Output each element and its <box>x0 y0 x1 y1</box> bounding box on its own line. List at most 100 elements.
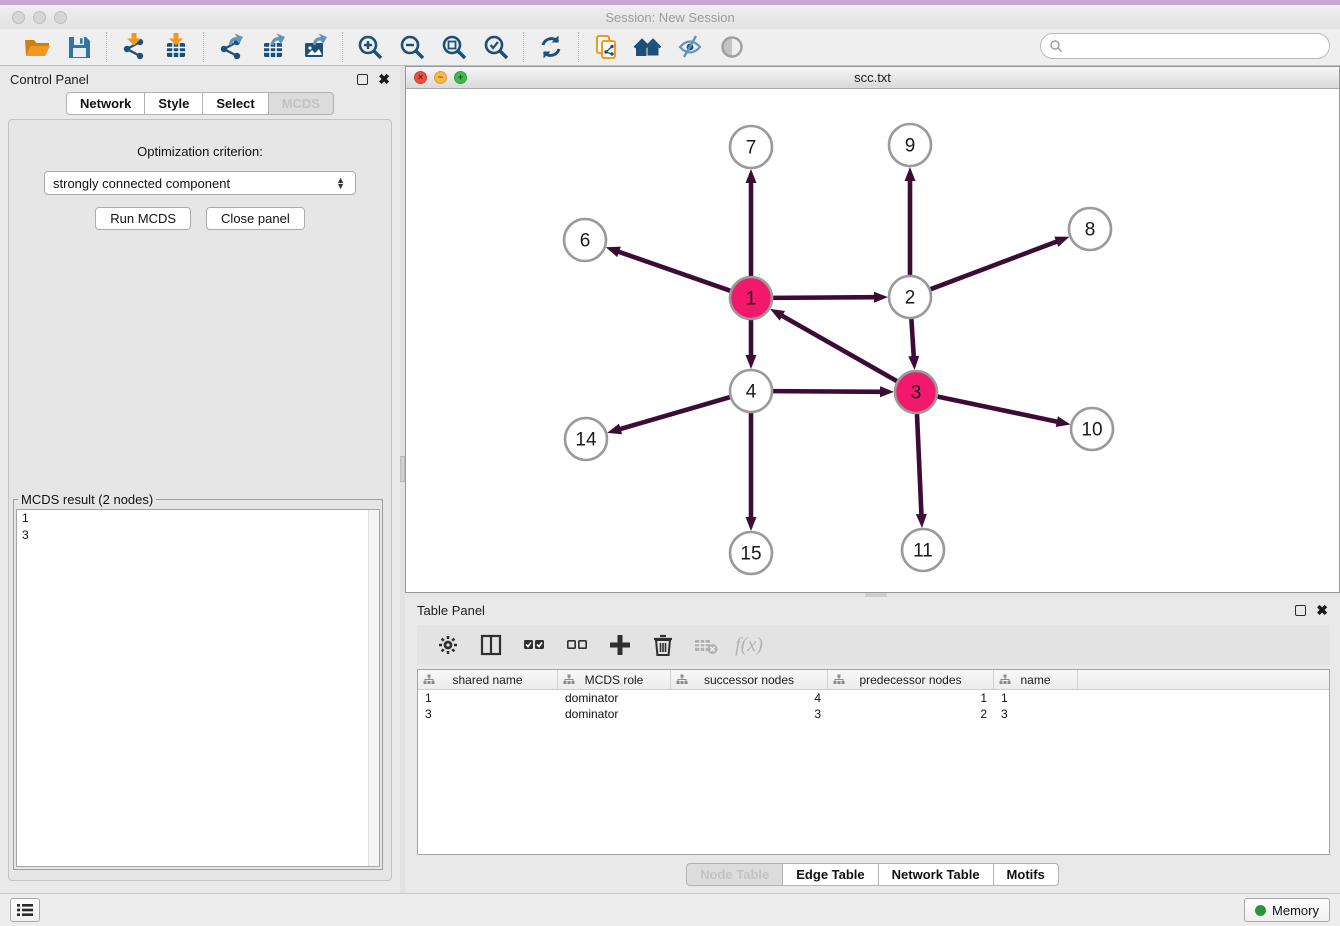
export-image-button[interactable] <box>299 32 331 62</box>
delete-row-button[interactable] <box>648 630 678 660</box>
zoom-fit-button[interactable] <box>438 32 470 62</box>
memory-status-icon <box>1255 905 1266 916</box>
tab-select[interactable]: Select <box>202 92 268 115</box>
run-mcds-button[interactable]: Run MCDS <box>95 207 191 230</box>
table-header-row: shared name MCDS role successor nodes prede… <box>418 670 1329 690</box>
edge-4-3[interactable] <box>772 391 883 392</box>
tab-node-table[interactable]: Node Table <box>686 863 783 886</box>
zoom-selected-button[interactable] <box>480 32 512 62</box>
result-scrollbar[interactable] <box>368 510 379 866</box>
table-row[interactable]: 1dominator411 <box>418 690 1329 706</box>
split-columns-button[interactable] <box>476 630 506 660</box>
first-neighbors-button[interactable] <box>632 32 664 62</box>
edge-2-8[interactable] <box>930 241 1059 290</box>
export-table-button[interactable] <box>257 32 289 62</box>
select-all-icon <box>520 631 548 659</box>
task-history-button[interactable] <box>10 898 40 922</box>
column-label: MCDS role <box>585 673 644 687</box>
column-header-shared-name[interactable]: shared name <box>418 670 558 689</box>
table-cell[interactable]: 4 <box>671 690 828 706</box>
criterion-select[interactable]: strongly connected component ▲▼ <box>44 171 356 195</box>
arrowhead-2-9 <box>905 167 916 181</box>
zoom-out-button[interactable] <box>396 32 428 62</box>
birds-eye-view-button[interactable] <box>716 32 748 62</box>
zoom-in-icon <box>356 33 384 61</box>
zoom-out-icon <box>398 33 426 61</box>
zoom-in-button[interactable] <box>354 32 386 62</box>
edge-3-11[interactable] <box>917 413 922 517</box>
table-cell[interactable]: 1 <box>418 690 558 706</box>
import-table-button[interactable] <box>160 32 192 62</box>
node-label-15: 15 <box>740 544 761 565</box>
close-panel-button[interactable]: Close panel <box>206 207 305 230</box>
network-minimize-button[interactable]: − <box>434 71 447 84</box>
settings-icon <box>434 631 462 659</box>
table-row[interactable]: 3dominator323 <box>418 706 1329 722</box>
node-label-7: 7 <box>746 138 757 159</box>
tab-mcds[interactable]: MCDS <box>268 92 334 115</box>
memory-button[interactable]: Memory <box>1244 898 1330 922</box>
table-tabs: Node TableEdge TableNetwork TableMotifs <box>405 863 1340 886</box>
edge-3-10[interactable] <box>937 396 1060 422</box>
mcds-result-area[interactable]: 13 <box>16 509 380 867</box>
tab-style[interactable]: Style <box>144 92 203 115</box>
column-header-predecessor-nodes[interactable]: predecessor nodes <box>828 670 994 689</box>
clone-network-icon <box>592 33 620 61</box>
select-all-button[interactable] <box>519 630 549 660</box>
edge-1-2[interactable] <box>772 297 877 298</box>
tab-network[interactable]: Network <box>66 92 145 115</box>
split-columns-icon <box>477 631 505 659</box>
node-label-1: 1 <box>746 289 757 310</box>
graphics-details-button[interactable] <box>674 32 706 62</box>
network-maximize-button[interactable]: + <box>454 71 467 84</box>
search-input[interactable] <box>1069 39 1329 54</box>
control-panel-tabs: NetworkStyleSelectMCDS <box>0 92 400 115</box>
open-session-button[interactable] <box>21 32 53 62</box>
tab-edge-table[interactable]: Edge Table <box>782 863 878 886</box>
table-cell[interactable]: 2 <box>828 706 994 722</box>
settings-button[interactable] <box>433 630 463 660</box>
edge-2-3[interactable] <box>911 318 914 359</box>
tab-motifs[interactable]: Motifs <box>993 863 1059 886</box>
network-view-window: scc.txt × − + 1234678910111415 <box>405 66 1340 593</box>
table-cell[interactable]: dominator <box>558 690 671 706</box>
edge-4-14[interactable] <box>618 397 731 430</box>
clone-network-button[interactable] <box>590 32 622 62</box>
import-network-button[interactable] <box>118 32 150 62</box>
tab-network-table[interactable]: Network Table <box>878 863 994 886</box>
arrowhead-4-15 <box>746 517 757 531</box>
column-label: successor nodes <box>704 673 794 687</box>
edge-1-6[interactable] <box>616 251 731 291</box>
save-session-button[interactable] <box>63 32 95 62</box>
refresh-layout-button[interactable] <box>535 32 567 62</box>
table-float-panel-icon[interactable] <box>1295 605 1306 616</box>
first-neighbors-icon <box>634 33 662 61</box>
network-close-button[interactable]: × <box>414 71 427 84</box>
float-panel-icon[interactable] <box>357 74 368 85</box>
table-cell[interactable]: dominator <box>558 706 671 722</box>
search-box[interactable] <box>1040 33 1330 59</box>
close-panel-icon[interactable]: ✖ <box>378 72 390 86</box>
node-label-3: 3 <box>911 383 922 404</box>
node-label-11: 11 <box>913 541 933 562</box>
column-header-name[interactable]: name <box>994 670 1078 689</box>
export-image-icon <box>301 33 329 61</box>
column-header-MCDS-role[interactable]: MCDS role <box>558 670 671 689</box>
table-cell[interactable]: 1 <box>994 690 1078 706</box>
export-network-button[interactable] <box>215 32 247 62</box>
table-cell[interactable]: 3 <box>418 706 558 722</box>
column-header-successor-nodes[interactable]: successor nodes <box>671 670 828 689</box>
node-label-4: 4 <box>746 382 757 403</box>
deselect-all-icon <box>563 631 591 659</box>
table-cell[interactable]: 3 <box>994 706 1078 722</box>
node-label-10: 10 <box>1081 420 1102 441</box>
network-window-titlebar[interactable]: scc.txt × − + <box>406 67 1339 89</box>
table-cell[interactable]: 3 <box>671 706 828 722</box>
network-canvas[interactable]: 1234678910111415 <box>406 89 1339 592</box>
deselect-all-button[interactable] <box>562 630 592 660</box>
table-cell[interactable]: 1 <box>828 690 994 706</box>
table-close-panel-icon[interactable]: ✖ <box>1316 603 1328 617</box>
edge-3-1[interactable] <box>780 314 898 381</box>
add-row-button[interactable] <box>605 630 635 660</box>
select-stepper-icon: ▲▼ <box>336 177 345 189</box>
